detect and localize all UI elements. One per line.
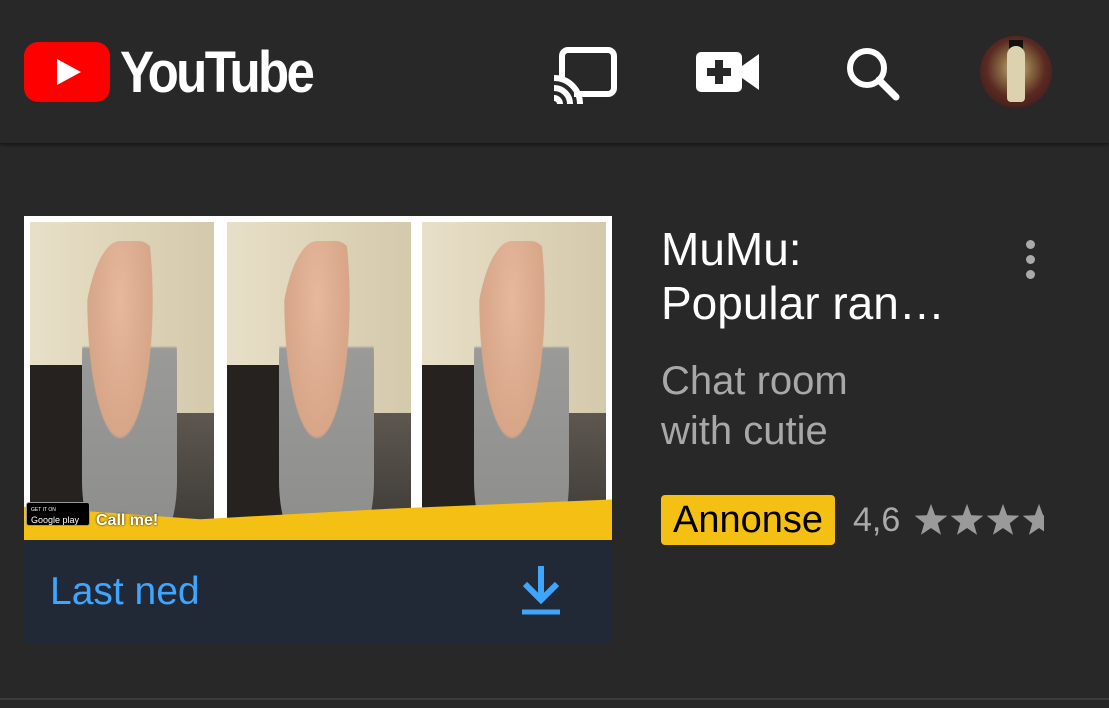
avatar[interactable] bbox=[980, 36, 1052, 108]
ad-overlay-text: Call me! bbox=[96, 512, 159, 529]
ad-description: Chat room with cutie bbox=[661, 359, 848, 453]
ad-meta-row: Annonse 4,6 bbox=[661, 495, 1045, 545]
avatar-figure bbox=[1007, 46, 1025, 102]
top-bar: YouTube bbox=[0, 0, 1109, 143]
ad-badge: Annonse bbox=[661, 495, 836, 545]
google-play-badge: GET IT ON Google play bbox=[26, 502, 90, 526]
rating-star bbox=[1023, 504, 1045, 535]
download-cta-button[interactable]: Last ned bbox=[24, 540, 612, 644]
ad-thumbnail[interactable]: GET IT ON Google play Call me! bbox=[24, 216, 612, 540]
download-icon bbox=[520, 564, 562, 616]
cta-label: Last ned bbox=[50, 570, 200, 613]
play-logo-icon bbox=[24, 42, 110, 102]
search-icon[interactable] bbox=[838, 40, 908, 104]
ad-title[interactable]: MuMu: Popular ran… bbox=[661, 222, 1001, 330]
create-video-icon[interactable] bbox=[693, 40, 763, 104]
ad-image-frame bbox=[30, 222, 214, 540]
more-options-icon[interactable] bbox=[1018, 240, 1042, 284]
rating-star bbox=[951, 504, 984, 535]
rating-stars-icon bbox=[914, 500, 1045, 540]
logo-wordmark: YouTube bbox=[120, 39, 315, 105]
rating-star bbox=[987, 504, 1020, 535]
rating-value: 4,6 bbox=[853, 500, 901, 539]
divider bbox=[0, 698, 1109, 700]
youtube-app: YouTube GET IT ON Google play Call me! L… bbox=[0, 0, 1109, 708]
ad-image-frame bbox=[227, 222, 411, 540]
ad-image-frame bbox=[422, 222, 606, 540]
rating-star bbox=[915, 504, 948, 535]
youtube-logo[interactable]: YouTube bbox=[24, 39, 338, 105]
cast-icon[interactable] bbox=[550, 40, 620, 105]
